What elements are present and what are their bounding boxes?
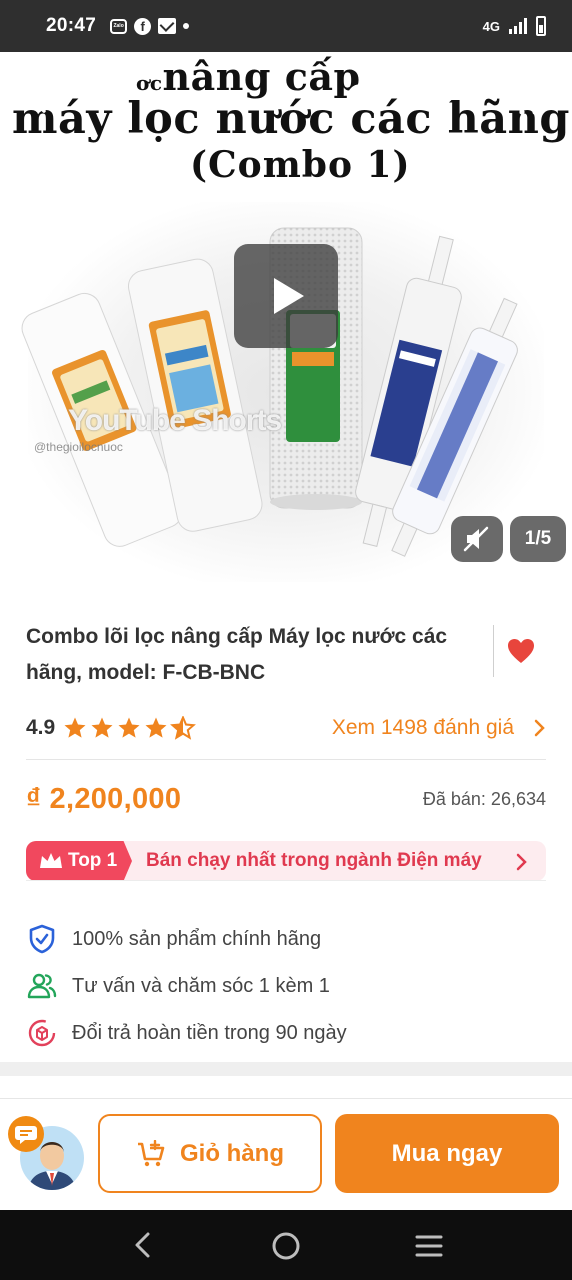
feature-text: Tư vấn và chăm sóc 1 kèm 1	[72, 974, 330, 997]
product-media[interactable]: ơcnâng cấp máy lọc nước các hãng (Combo …	[0, 52, 572, 587]
feature-return: Đổi trả hoàn tiền trong 90 ngày	[26, 1016, 546, 1050]
feature-text: 100% sản phẩm chính hãng	[72, 927, 322, 950]
users-icon	[27, 973, 57, 999]
feature-genuine: 100% sản phẩm chính hãng	[26, 922, 546, 956]
top-seller-text: Bán chạy nhất trong ngành Điện máy	[146, 850, 482, 871]
view-reviews-label: Xem 1498 đánh giá	[331, 716, 514, 739]
view-reviews-link[interactable]: Xem 1498 đánh giá	[332, 716, 546, 740]
page-indicator: 1/5	[510, 516, 566, 562]
divider	[26, 759, 546, 760]
chat-button[interactable]	[8, 1116, 44, 1152]
speaker-muted-icon	[463, 526, 489, 552]
shield-check-icon	[29, 924, 55, 954]
status-bar: 20:47 Zalo f 4G	[0, 0, 572, 52]
star-icon	[145, 717, 167, 738]
star-icon	[118, 717, 140, 738]
top-seller-banner[interactable]: Top 1 Bán chạy nhất trong ngành Điện máy	[26, 841, 546, 881]
divider	[26, 880, 546, 881]
rating-row: 4.9 Xem 1498 đánh giá	[26, 713, 546, 743]
top-badge-label: Top 1	[68, 850, 118, 871]
add-to-cart-button[interactable]: Giỏ hàng	[98, 1114, 322, 1193]
bottom-action-bar: Giỏ hàng Mua ngay	[0, 1098, 572, 1210]
notification-icons: Zalo f	[110, 17, 190, 35]
system-recents-icon[interactable]	[414, 1232, 444, 1260]
status-right: 4G	[483, 16, 546, 36]
favorite-heart-icon[interactable]	[506, 637, 536, 665]
youtube-shorts-watermark: YouTube Shorts	[68, 404, 282, 437]
dot-icon	[183, 23, 190, 29]
feature-support: Tư vấn và chăm sóc 1 kèm 1	[26, 969, 546, 1003]
facebook-icon: f	[134, 17, 152, 35]
section-separator	[0, 1062, 572, 1076]
buy-now-button[interactable]: Mua ngay	[335, 1114, 559, 1193]
chevron-right-icon	[534, 719, 545, 737]
cart-icon[interactable]	[506, 80, 546, 120]
system-nav-bar	[0, 1210, 572, 1280]
system-home-icon[interactable]	[270, 1230, 302, 1262]
title-divider	[493, 625, 494, 677]
back-arrow-icon[interactable]	[26, 80, 66, 120]
star-icon	[91, 717, 113, 738]
share-icon[interactable]	[426, 80, 466, 120]
play-video-button[interactable]	[234, 244, 338, 348]
cart-plus-icon	[138, 1139, 165, 1166]
return-box-icon	[28, 1019, 56, 1047]
status-time: 20:47	[46, 15, 97, 36]
screen: 20:47 Zalo f 4G ơcnâng cấp máy lọc nước …	[0, 0, 572, 1280]
media-top-nav	[0, 80, 572, 120]
chevron-right-icon	[516, 853, 527, 871]
product-title: Combo lõi lọc nâng cấp Máy lọc nước các …	[26, 625, 448, 684]
chat-icon	[15, 1126, 37, 1144]
signal-icon	[509, 18, 527, 34]
battery-icon	[536, 16, 546, 36]
crown-icon	[40, 853, 62, 868]
system-back-icon[interactable]	[128, 1230, 158, 1260]
network-label: 4G	[482, 18, 500, 34]
rating-stars	[62, 716, 197, 740]
feature-text: Đổi trả hoàn tiền trong 90 ngày	[72, 1021, 347, 1044]
half-star-icon	[170, 716, 197, 740]
media-title-line3: (Combo 1)	[190, 144, 411, 186]
add-to-cart-label: Giỏ hàng	[180, 1139, 284, 1167]
product-price: ₫ 2,200,000	[26, 783, 182, 815]
mute-button[interactable]	[451, 516, 503, 562]
sold-count: Đã bán: 26,634	[422, 789, 546, 809]
mail-icon	[158, 18, 177, 34]
search-icon[interactable]	[343, 80, 383, 120]
rating-value: 4.9	[26, 716, 56, 739]
watermark-handle: @thegioilocnuoc	[34, 440, 123, 454]
star-icon	[64, 717, 86, 738]
zalo-icon: Zalo	[110, 18, 128, 34]
buy-now-label: Mua ngay	[391, 1139, 503, 1167]
